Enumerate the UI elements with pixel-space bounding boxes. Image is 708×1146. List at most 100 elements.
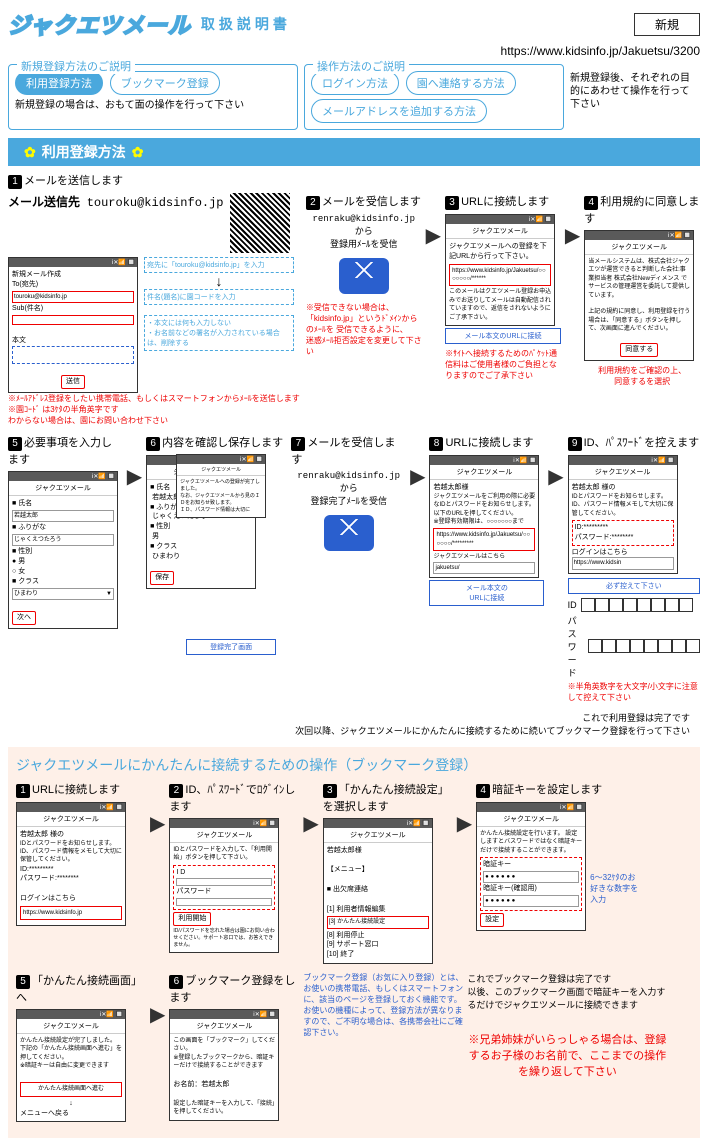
bar-title: 利用登録方法	[42, 142, 126, 162]
arrow-icon: ↓	[20, 1099, 122, 1109]
pw-input[interactable]	[176, 898, 272, 906]
phone-mock: ⅰ✕📶 🔲 ジャクエツメール IDとパスワードを入力して、「利用開始」ボタンを押…	[169, 818, 279, 953]
arrow-icon: ▶	[457, 781, 472, 836]
menu-item[interactable]: [8] 利用停止	[327, 931, 429, 941]
pill-bookmark[interactable]: ブックマーク登録	[110, 71, 220, 95]
bstep-2: 2ID、ﾊﾟｽﾜｰﾄﾞでﾛｸﾞｲﾝします ⅰ✕📶 🔲 ジャクエツメール IDとパ…	[169, 781, 299, 953]
phone-mock-compose: ⅰ✕📶 🔲 新規メール作成 To(宛先) touroku@kidsinfo.jp…	[8, 257, 138, 393]
phone-mock: ⅰ✕📶 🔲 ジャクエツメール 若越太郎様 【メニュー】 ■ 出欠席連絡 [1] …	[323, 818, 433, 964]
text: IDとパスワードをお知らせします。 ID、パスワード情報をメモして大切に保管して…	[20, 840, 122, 865]
radio-male[interactable]: 男	[18, 558, 25, 565]
section-note: 新規登録の場合は、おもて面の操作を行って下さい	[15, 99, 291, 112]
text: IDとパスワードをお知らせします。 ID、パスワード情報メモして大切に保管してく…	[572, 493, 674, 518]
phone-mock: ⅰ✕📶 🔲 ジャクエツメール 当メールシステムは、株式会社ジャクエツが運営できる…	[584, 230, 694, 361]
text: 当メールシステムは、株式会社ジャクエツが運営できると判断した会社:事業担当者 株…	[588, 258, 690, 334]
step-title: 「かんたん接続設定」を選択します	[323, 784, 449, 813]
phone-title: ジャクエツメール	[17, 812, 125, 827]
note: 設定した暗証キーを入力して、「接続」を押してください。	[173, 1100, 275, 1117]
pw-grid[interactable]	[588, 639, 700, 653]
phone-title: ジャクエツメール	[9, 481, 117, 496]
menu-item-selected[interactable]: [3] かんたん接続設定	[327, 916, 429, 928]
step-title: 利用規約に同意します	[584, 196, 699, 225]
phone-title: ジャクエツメール	[477, 812, 585, 827]
phone-title: ジャクエツメール	[177, 464, 265, 476]
bookmark-section: ジャクエツメールにかんたんに接続するための操作（ブックマーク登録） 1URLに接…	[8, 747, 700, 1139]
text: ジャクエツメールはこちら	[433, 553, 535, 561]
label: クラス	[18, 578, 39, 585]
siblings-note: ※兄弟姉妹がいらっしゃる場合は、登録するお子様のお名前で、ここまでの操作を繰り返…	[467, 1031, 667, 1079]
mail-icon	[339, 258, 389, 294]
text: IDとパスワードを入力して、「利用開始」ボタンを押して下さい。	[173, 846, 275, 863]
to-field[interactable]: touroku@kidsinfo.jp	[12, 291, 134, 303]
bstep-3: 3「かんたん接続設定」を選択します ⅰ✕📶 🔲 ジャクエツメール 若越太郎様 【…	[323, 781, 453, 964]
bstep-4: 4暗証キーを設定します ⅰ✕📶 🔲 ジャクエツメール かんたん接続設定を行います…	[476, 781, 646, 931]
step-title: 必要事項を入力します	[8, 437, 112, 466]
menu-item[interactable]: [10] 終了	[327, 950, 429, 960]
phone-title: ジャクエツメール	[170, 828, 278, 843]
arrow-icon: ▶	[127, 434, 142, 489]
url: jakuetsu/	[433, 562, 535, 574]
step-title: メールを受信します	[322, 196, 421, 208]
send-button[interactable]: 送信	[61, 375, 85, 389]
arrow-icon: ▶	[150, 972, 165, 1027]
set-button[interactable]: 設定	[480, 913, 504, 927]
url-link[interactable]: https://www.kidsinfo.jp	[20, 906, 122, 920]
flower-icon: ✿	[132, 144, 144, 161]
qr-code	[230, 193, 290, 253]
label: 暗証キー	[483, 860, 579, 870]
url-link[interactable]: https://www.kidsinfo.jp/Jakuetsu/○○○○○○○…	[449, 264, 551, 287]
step-title: 暗証キーを設定します	[492, 784, 602, 796]
url-link[interactable]: https://www.kidsinfo.jp/Jakuetsu/○○○○○○/…	[433, 528, 535, 551]
hint-box: メール本文のURLに接続	[445, 328, 561, 344]
section-operation: 操作方法のご説明 ログイン方法 園へ連絡する方法 メールアドレスを追加する方法	[304, 64, 564, 130]
phone-mock: ⅰ✕📶 🔲 ジャクエツメール ジャクエツメールへの登録を下記URLから行って下さ…	[445, 214, 555, 326]
body-field[interactable]	[12, 346, 134, 364]
step-2: 2メールを受信します renraku@kidsinfo.jp から 登録用ﾒｰﾙ…	[306, 193, 422, 357]
arrow-icon: ▶	[303, 781, 318, 836]
text: この画面を「ブックマーク」してください。 ※登録したブックマークから、暗証キーだ…	[173, 1037, 275, 1071]
radio-female[interactable]: 女	[18, 568, 25, 575]
text: ログインはこちら	[572, 548, 674, 558]
id-grid[interactable]	[581, 598, 693, 612]
pill-addmail[interactable]: メールアドレスを追加する方法	[311, 99, 487, 123]
kana-field[interactable]: じゃくえつたろう	[12, 534, 114, 546]
phone-overlay: ⅰ✕📶 🔲 ジャクエツメール ジャクエツメールへの登録が完了しました。 なお、ジ…	[176, 454, 266, 518]
pill-login[interactable]: ログイン方法	[311, 71, 399, 95]
label: ふりがな	[18, 524, 46, 531]
mail-label: メール送信先	[8, 195, 80, 209]
agree-button[interactable]: 同意する	[620, 343, 658, 357]
hint-box: 必ず控えて下さい	[568, 578, 700, 594]
menu-item[interactable]: [1] 利用者情報編集	[327, 905, 429, 915]
menu-item[interactable]: [9] サポート窓口	[327, 940, 429, 950]
subject-field[interactable]	[12, 315, 134, 325]
phone-mock: ⅰ✕📶 🔲 ジャクエツメール 若越太郎様 ジャクエツメールをご利用の際に必要なI…	[429, 455, 539, 578]
mail-icon	[324, 515, 374, 551]
text: ジャクエツメールへの登録が完了しました。 なお、ジャクエツメールから見のＩＤをお…	[177, 476, 265, 517]
label: パスワード	[176, 887, 272, 897]
phone-title: ジャクエツメール	[324, 828, 432, 843]
name-field[interactable]: 若越太郎	[12, 510, 114, 522]
menu-item[interactable]: ■ 出欠席連絡	[327, 885, 429, 895]
pill-registration[interactable]: 利用登録方法	[15, 71, 103, 95]
class-select[interactable]: ひまわり	[14, 590, 38, 598]
user-name: 若越太郎 様の	[572, 483, 674, 493]
caption: 登録完了画面	[186, 639, 276, 655]
step-3: 3URLに接続します ⅰ✕📶 🔲 ジャクエツメール ジャクエツメールへの登録を下…	[445, 193, 561, 381]
back-link[interactable]: メニューへ戻る	[20, 1109, 122, 1119]
step-6: 6内容を確認し保存します ⅰ✕📶 🔲 ジャクエツメール ■ 氏名 若越太郎 ■ …	[146, 434, 287, 655]
phone-mock: ⅰ✕📶 🔲 ジャクエツメール ■ 氏名 若越太郎 ■ ふりがな じゃくえつたろう…	[8, 471, 118, 629]
label: 暗証キー(確認用)	[483, 884, 579, 894]
arrow-icon: ▶	[150, 781, 165, 836]
id-input[interactable]	[176, 878, 272, 886]
id-value: ID:*********	[575, 523, 671, 533]
start-button[interactable]: 利用開始	[173, 912, 211, 926]
proceed-button[interactable]: かんたん接続画面へ進む	[20, 1082, 122, 1096]
step-title: メールを送信します	[24, 175, 123, 187]
save-button[interactable]: 保存	[150, 571, 174, 585]
note: から 登録完了ﾒｰﾙを受信	[291, 481, 406, 507]
pill-contact[interactable]: 園へ連絡する方法	[406, 71, 516, 95]
header: ジャクエツメール 取扱説明書 新規	[8, 8, 700, 40]
label: 本文	[12, 336, 134, 346]
name-label: お名前：若越太郎	[173, 1080, 275, 1090]
next-button[interactable]: 次へ	[12, 611, 36, 625]
